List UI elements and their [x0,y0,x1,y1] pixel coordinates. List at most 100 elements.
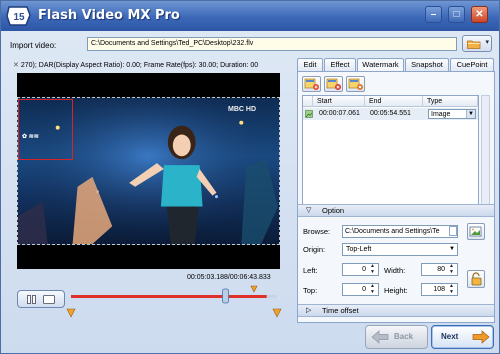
add-watermark-button[interactable] [302,76,321,92]
browse-label: Browse: [303,227,331,236]
next-label: Next [441,332,459,341]
row-type-select[interactable]: Image ▼ [428,109,476,119]
table-row[interactable]: 00:00:07.061 00:05:54.551 Image ▼ [303,108,478,120]
channel-logo: MBC HD [228,106,256,113]
origin-value: Top-Left [346,246,372,253]
edit-watermark-icon [348,78,363,90]
origin-label: Origin: [303,245,326,254]
lock-icon [471,272,482,286]
top-label: Top: [303,286,318,295]
back-button[interactable]: Back [365,325,428,349]
watermark-logo-image: ✿ ≋≋ [22,134,39,140]
app-logo-icon: 15 [6,6,31,26]
stop-icon[interactable] [43,295,55,304]
timeline-slider[interactable] [65,285,283,325]
height-spinbox[interactable]: 108 ▲ ▼ [421,283,458,296]
cue-marker[interactable] [250,285,258,293]
collapse-x-icon[interactable]: ✕ [13,62,19,69]
close-icon: ✕ [475,9,484,20]
back-label: Back [394,332,414,341]
import-video-button[interactable]: ▾ [462,35,492,52]
tab-cuepoint[interactable]: CuePoint [450,58,494,72]
browse-image-button[interactable] [467,223,485,240]
lock-aspect-button[interactable] [467,270,485,288]
minimize-icon: – [430,9,437,20]
header-icon-cell [303,96,313,107]
spin-arrows-icon[interactable]: ▲ ▼ [368,263,377,275]
video-info-text: 270); DAR(Display Aspect Ratio): 0.00; F… [20,62,259,69]
selection-start-marker[interactable] [66,308,76,318]
row-end-time: 00:05:54.551 [370,110,411,117]
top-value: 0 [362,286,366,293]
maximize-icon: □ [453,9,460,20]
tab-edit[interactable]: Edit [297,58,323,72]
maximize-button[interactable]: □ [448,6,465,23]
import-video-path-field[interactable]: C:\Documents and Settings\Ted_PC\Desktop… [87,37,457,51]
column-header-start[interactable]: Start [313,96,365,107]
arrow-right-icon [472,330,490,344]
browse-path-field[interactable]: C:\Documents and Settings\Te [342,225,458,238]
title-bar[interactable]: 15 Flash Video MX Pro – □ ✕ [1,1,499,31]
tab-snapshot[interactable]: Snapshot [405,58,449,72]
height-value: 108 [433,286,445,293]
window-title: Flash Video MX Pro [38,8,180,23]
close-button[interactable]: ✕ [471,6,488,23]
time-offset-section-header[interactable]: ▷ Time offset [298,304,494,317]
table-header: Start End Type [303,96,478,107]
tab-bar: Edit Effect Watermark Snapshot CuePoint [297,58,495,73]
playhead-handle[interactable] [222,288,229,304]
column-header-end[interactable]: End [365,96,423,107]
image-browse-icon [469,226,482,237]
option-section-header[interactable]: ▽ Option [298,204,494,217]
origin-select[interactable]: Top-Left ▼ [342,243,458,256]
video-frame: ✿ ≋≋ MBC HD [17,97,280,245]
row-type-value: Image [431,111,451,118]
chevron-down-icon: ▼ [449,246,455,252]
edit-watermark-button[interactable] [346,76,365,92]
video-info-strip: ✕ 270); DAR(Display Aspect Ratio): 0.00; … [13,60,281,72]
add-watermark-icon [304,78,319,90]
video-preview[interactable]: ✿ ≋≋ MBC HD [17,73,280,269]
top-spinbox[interactable]: 0 ▲ ▼ [342,283,379,296]
time-readout: 00:05:03.188/00:06:43.833 [187,274,271,281]
watermark-table: Start End Type 00:00:07.061 00:05:54.551… [302,95,479,215]
chevron-right-icon: ▷ [306,307,312,314]
spin-arrows-icon[interactable]: ▲ ▼ [447,263,456,275]
left-label: Left: [303,266,318,275]
spin-arrows-icon[interactable]: ▲ ▼ [447,283,456,295]
width-label: Width: [384,266,406,275]
chevron-down-icon: ▼ [466,110,475,118]
delete-watermark-button[interactable] [324,76,343,92]
pause-icon [27,295,36,304]
browse-path-value: C:\Documents and Settings\Te [345,228,440,235]
chevron-down-icon: ▽ [306,207,312,214]
timeline-selected-range [71,295,267,298]
left-value: 0 [362,266,366,273]
width-value: 80 [437,266,445,273]
folder-icon [467,40,481,49]
width-spinbox[interactable]: 80 ▲ ▼ [421,263,458,276]
delete-watermark-icon [326,78,341,90]
document-icon [449,226,457,236]
table-scrollbar[interactable] [481,95,490,215]
option-section-label: Option [322,206,345,215]
app-window: 15 Flash Video MX Pro – □ ✕ Import video… [0,0,500,354]
column-header-type[interactable]: Type [423,96,478,107]
arrow-left-icon [371,330,389,344]
spin-arrows-icon[interactable]: ▲ ▼ [368,283,377,295]
row-start-time: 00:00:07.061 [319,110,360,117]
import-video-label: Import video: [10,41,57,50]
selection-end-marker[interactable] [272,308,282,318]
image-file-icon [305,110,313,118]
next-button[interactable]: Next [431,325,494,349]
watermark-panel: Start End Type 00:00:07.061 00:05:54.551… [297,71,495,323]
watermark-region[interactable]: ✿ ≋≋ [18,99,73,160]
tab-effect[interactable]: Effect [324,58,356,72]
left-spinbox[interactable]: 0 ▲ ▼ [342,263,379,276]
play-pause-button[interactable] [17,290,65,308]
chevron-down-icon: ▾ [485,39,489,46]
time-offset-section-label: Time offset [322,306,359,315]
app-logo-text: 15 [13,12,25,23]
height-label: Height: [384,286,408,295]
minimize-button[interactable]: – [425,6,442,23]
